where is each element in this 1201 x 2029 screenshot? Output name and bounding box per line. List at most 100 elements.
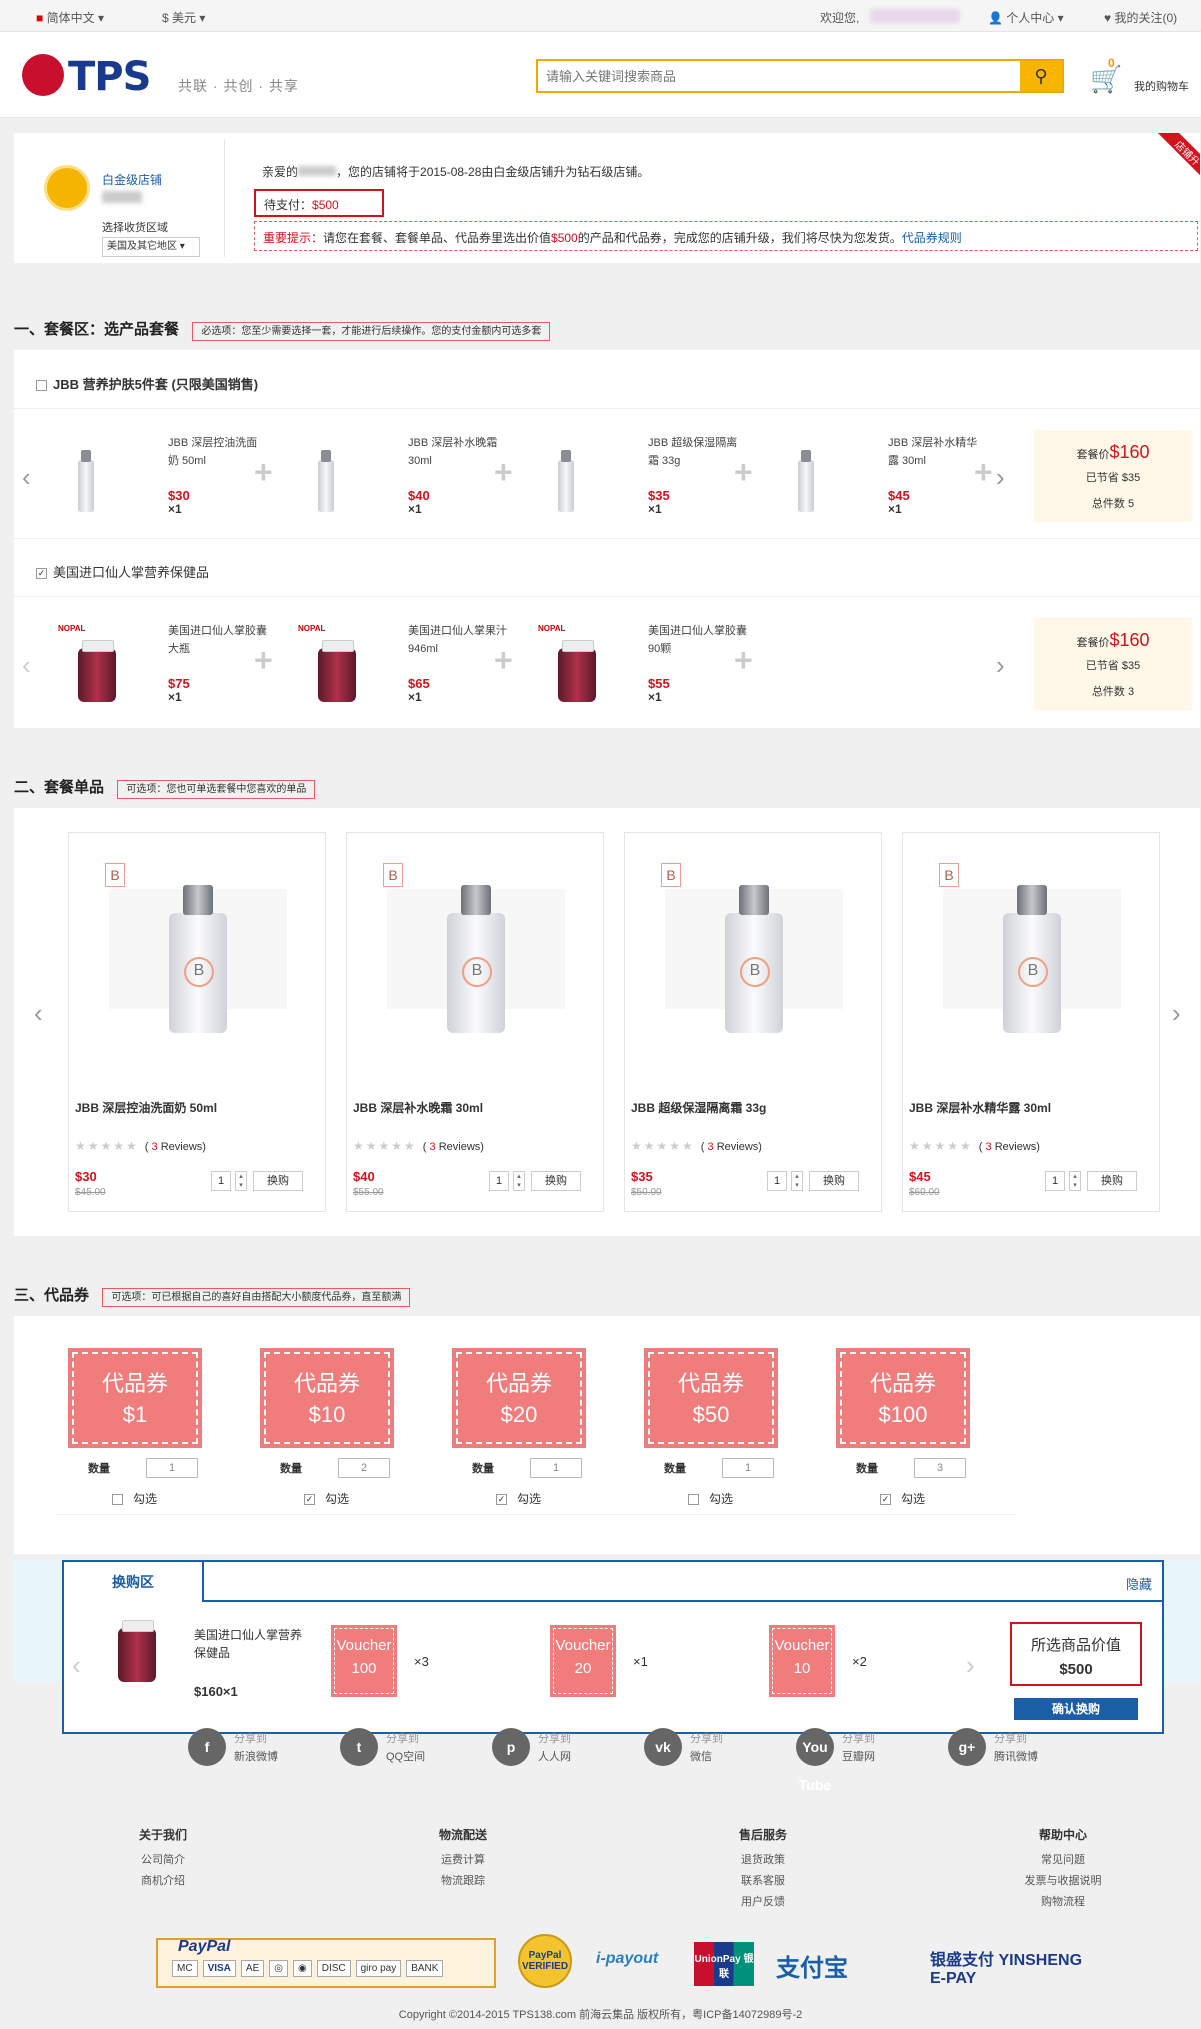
cart-link[interactable]: 🛒 0 我的购物车 — [1090, 56, 1200, 98]
package2-checkbox[interactable]: ✓ — [36, 568, 47, 580]
package2-prev-arrow[interactable]: ‹ — [22, 650, 31, 681]
footer-link[interactable]: 运费计算 — [383, 1851, 543, 1867]
package-item-name[interactable]: 美国进口仙人掌果汁 946ml — [408, 622, 508, 658]
share-target[interactable]: QQ空间 — [386, 1748, 425, 1764]
qty-input[interactable]: 1 — [767, 1171, 787, 1191]
checkbox-icon[interactable]: ✓ — [496, 1494, 507, 1506]
account-menu[interactable]: 👤 个人中心 ▾ — [988, 9, 1064, 26]
swap-tab[interactable]: 换购区 — [64, 1560, 204, 1602]
package-item-name[interactable]: JBB 超级保湿隔离霜 33g — [648, 434, 748, 470]
package-item-name[interactable]: 美国进口仙人掌胶囊大瓶 — [168, 622, 268, 658]
share-4-icon[interactable]: You Tube — [796, 1728, 834, 1793]
voucher-qty-input[interactable]: 1 — [722, 1458, 774, 1478]
product-name[interactable]: JBB 深层控油洗面奶 50ml — [75, 1099, 217, 1116]
share-1-icon[interactable]: t — [340, 1728, 378, 1766]
package2-title[interactable]: ✓ 美国进口仙人掌营养保健品 — [36, 562, 209, 581]
checkbox-icon[interactable]: ✓ — [880, 1494, 891, 1506]
qty-stepper[interactable]: ▴ ▾ — [513, 1171, 525, 1191]
swap-button[interactable]: 换购 — [531, 1171, 581, 1191]
footer-link[interactable]: 退货政策 — [683, 1851, 843, 1867]
package1-checkbox[interactable] — [36, 380, 47, 392]
swap-button[interactable]: 换购 — [1087, 1171, 1137, 1191]
voucher-qty-input[interactable]: 1 — [146, 1458, 198, 1478]
confirm-swap-button[interactable]: 确认换购 — [1014, 1698, 1138, 1720]
footer-link[interactable]: 物流跟踪 — [383, 1872, 543, 1888]
single-product-card[interactable]: B JBB 深层控油洗面奶 50ml ★★★★★( 3 Reviews) $30 $45… — [68, 832, 326, 1212]
voucher-checkbox[interactable]: ✓ 勾选 — [880, 1490, 925, 1507]
search-input[interactable] — [538, 61, 1028, 91]
single-product-card[interactable]: B JBB 超级保湿隔离霜 33g ★★★★★( 3 Reviews) $35 $50.… — [624, 832, 882, 1212]
footer-link[interactable]: 联系客服 — [683, 1872, 843, 1888]
tps-logo[interactable]: TPS — [22, 54, 151, 100]
share-2-icon[interactable]: p — [492, 1728, 530, 1766]
qty-stepper[interactable]: ▴ ▾ — [235, 1171, 247, 1191]
voucher-card[interactable]: 代品券 $1 — [68, 1348, 202, 1448]
footer-link[interactable]: 发票与收据说明 — [983, 1872, 1143, 1888]
product-image[interactable] — [169, 885, 227, 1033]
share-target[interactable]: 新浪微博 — [234, 1748, 278, 1764]
product-name[interactable]: JBB 超级保湿隔离霜 33g — [631, 1099, 766, 1116]
package1-next-arrow[interactable]: › — [996, 462, 1005, 493]
product-image[interactable] — [725, 885, 783, 1033]
share-target[interactable]: 人人网 — [538, 1748, 571, 1764]
voucher-qty-input[interactable]: 3 — [914, 1458, 966, 1478]
voucher-checkbox[interactable]: ✓ 勾选 — [304, 1490, 349, 1507]
package-item-name[interactable]: JBB 深层补水精华露 30ml — [888, 434, 988, 470]
footer-link[interactable]: 用户反馈 — [683, 1893, 843, 1909]
share-0-icon[interactable]: f — [188, 1728, 226, 1766]
currency-selector[interactable]: $ 美元 ▾ — [162, 9, 205, 26]
follow-link[interactable]: ♥ 我的关注(0) — [1104, 9, 1177, 26]
singles-next-arrow[interactable]: › — [1172, 998, 1181, 1029]
checkbox-icon[interactable] — [688, 1494, 699, 1506]
region-select[interactable]: 美国及其它地区 ▾ — [102, 237, 200, 257]
share-5-icon[interactable]: g+ — [948, 1728, 986, 1766]
checkbox-icon[interactable]: ✓ — [304, 1494, 315, 1506]
footer-link[interactable]: 购物流程 — [983, 1893, 1143, 1909]
language-selector[interactable]: ■ 简体中文 ▾ — [36, 9, 104, 26]
package-item-name[interactable]: JBB 深层补水晚霜 30ml — [408, 434, 508, 470]
package1-title[interactable]: JBB 营养护肤5件套 (只限美国销售) — [36, 374, 258, 393]
voucher-qty-input[interactable]: 2 — [338, 1458, 390, 1478]
checkbox-icon[interactable] — [112, 1494, 123, 1506]
share-target[interactable]: 腾讯微博 — [994, 1748, 1038, 1764]
swap-next-arrow[interactable]: › — [966, 1650, 975, 1681]
voucher-checkbox[interactable]: 勾选 — [112, 1490, 157, 1507]
product-name[interactable]: JBB 深层补水精华露 30ml — [909, 1099, 1051, 1116]
product-image[interactable] — [447, 885, 505, 1033]
voucher-card[interactable]: 代品券 $20 — [452, 1348, 586, 1448]
voucher-card[interactable]: 代品券 $100 — [836, 1348, 970, 1448]
search-button[interactable]: ⚲ — [1020, 61, 1062, 91]
qty-input[interactable]: 1 — [1045, 1171, 1065, 1191]
swap-button[interactable]: 换购 — [253, 1171, 303, 1191]
store-level[interactable]: 白金级店铺 — [102, 171, 162, 188]
hide-link[interactable]: 隐藏 — [1126, 1574, 1152, 1593]
single-product-card[interactable]: B JBB 深层补水精华露 30ml ★★★★★( 3 Reviews) $45 $60… — [902, 832, 1160, 1212]
qty-input[interactable]: 1 — [489, 1171, 509, 1191]
voucher-card[interactable]: 代品券 $10 — [260, 1348, 394, 1448]
share-target[interactable]: 豆瓣网 — [842, 1748, 875, 1764]
single-product-card[interactable]: B JBB 深层补水晚霜 30ml ★★★★★( 3 Reviews) $40 $55.… — [346, 832, 604, 1212]
footer-link[interactable]: 商机介绍 — [83, 1872, 243, 1888]
qty-input[interactable]: 1 — [211, 1171, 231, 1191]
qty-stepper[interactable]: ▴ ▾ — [791, 1171, 803, 1191]
voucher-card[interactable]: 代品券 $50 — [644, 1348, 778, 1448]
swap-prev-arrow[interactable]: ‹ — [72, 1650, 81, 1681]
package-item-name[interactable]: JBB 深层控油洗面奶 50ml — [168, 434, 268, 470]
product-name[interactable]: JBB 深层补水晚霜 30ml — [353, 1099, 483, 1116]
package2-next-arrow[interactable]: › — [996, 650, 1005, 681]
package-item-image — [318, 450, 334, 512]
footer-link[interactable]: 常见问题 — [983, 1851, 1143, 1867]
footer-link[interactable]: 公司简介 — [83, 1851, 243, 1867]
qty-stepper[interactable]: ▴ ▾ — [1069, 1171, 1081, 1191]
voucher-qty-input[interactable]: 1 — [530, 1458, 582, 1478]
product-image[interactable] — [1003, 885, 1061, 1033]
share-target[interactable]: 微信 — [690, 1748, 712, 1764]
singles-prev-arrow[interactable]: ‹ — [34, 998, 43, 1029]
package1-prev-arrow[interactable]: ‹ — [22, 462, 31, 493]
share-3-icon[interactable]: vk — [644, 1728, 682, 1766]
swap-button[interactable]: 换购 — [809, 1171, 859, 1191]
package-item-name[interactable]: 美国进口仙人掌胶囊90颗 — [648, 622, 748, 658]
voucher-checkbox[interactable]: ✓ 勾选 — [496, 1490, 541, 1507]
voucher-rules-link[interactable]: 代品券规则 — [902, 231, 962, 245]
voucher-checkbox[interactable]: 勾选 — [688, 1490, 733, 1507]
